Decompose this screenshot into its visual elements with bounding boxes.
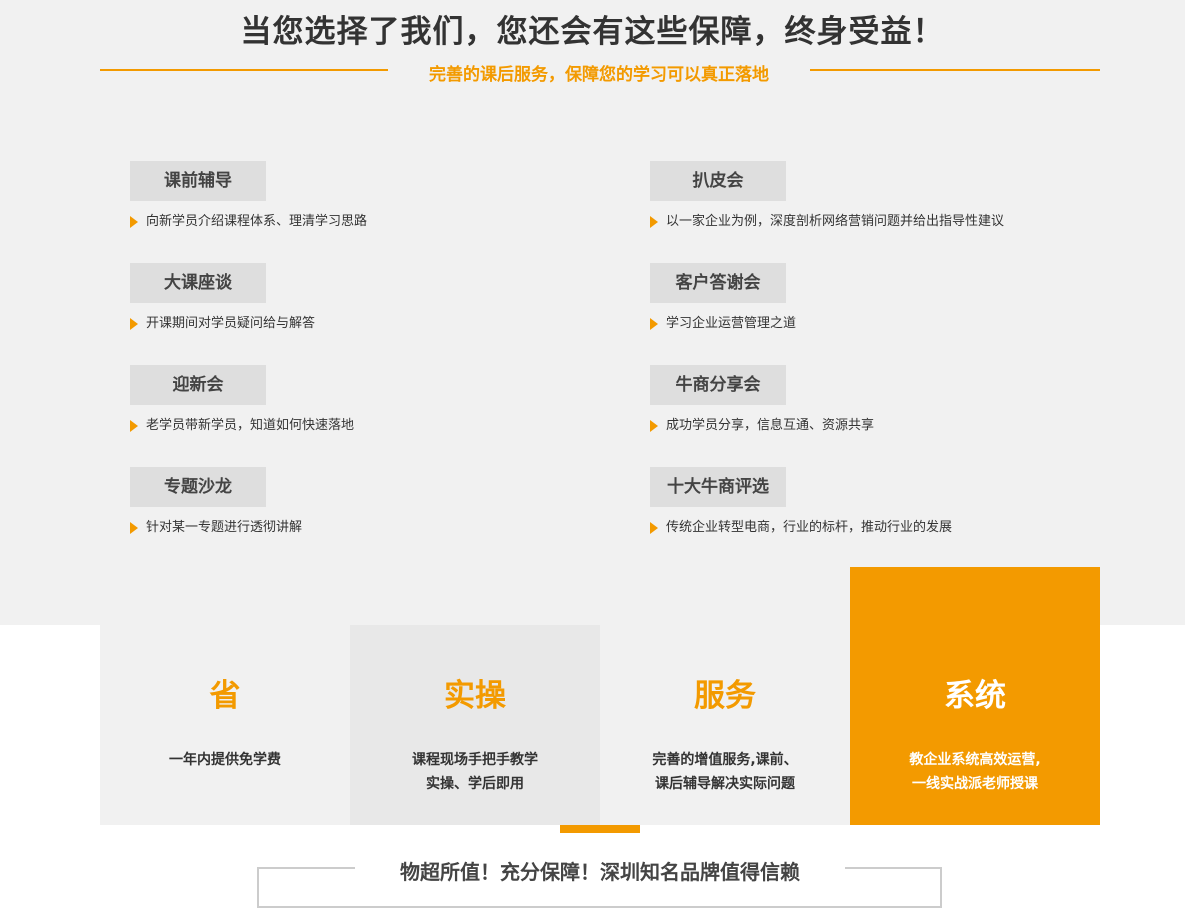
arrow-right-icon (130, 420, 138, 432)
subtitle-divider-right (810, 69, 1100, 71)
feature-title: 系统 (944, 678, 1006, 714)
service-tag: 十大牛商评选 (650, 467, 786, 507)
accent-bar (560, 825, 640, 833)
service-tag: 牛商分享会 (650, 365, 786, 405)
service-tag: 扒皮会 (650, 161, 786, 201)
service-item: 迎新会 老学员带新学员，知道如何快速落地 (130, 365, 590, 435)
feature-title: 实操 (444, 678, 506, 714)
service-item: 大课座谈 开课期间对学员疑问给与解答 (130, 263, 590, 333)
service-item: 牛商分享会 成功学员分享，信息互通、资源共享 (650, 365, 1110, 435)
slogan-frame-top-left (257, 867, 355, 869)
feature-card-save: 省 一年内提供免学费 (100, 625, 350, 825)
arrow-right-icon (130, 216, 138, 228)
page-title: 当您选择了我们，您还会有这些保障，终身受益！ (240, 14, 945, 50)
feature-card-service: 服务 完善的增值服务,课前、 课后辅导解决实际问题 (600, 625, 850, 825)
service-desc: 传统企业转型电商，行业的标杆，推动行业的发展 (650, 519, 1110, 537)
feature-title: 省 (209, 678, 241, 714)
service-item: 客户答谢会 学习企业运营管理之道 (650, 263, 1110, 333)
service-tag: 客户答谢会 (650, 263, 786, 303)
arrow-right-icon (650, 318, 658, 330)
service-item: 专题沙龙 针对某一专题进行透彻讲解 (130, 467, 590, 537)
subtitle-divider-left (100, 69, 388, 71)
arrow-right-icon (650, 420, 658, 432)
service-desc: 成功学员分享，信息互通、资源共享 (650, 417, 1110, 435)
service-desc: 开课期间对学员疑问给与解答 (130, 315, 590, 333)
feature-card-practice: 实操 课程现场手把手教学 实操、学后即用 (350, 625, 600, 825)
service-item: 扒皮会 以一家企业为例，深度剖析网络营销问题并给出指导性建议 (650, 161, 1110, 231)
service-tag: 课前辅导 (130, 161, 266, 201)
service-desc: 向新学员介绍课程体系、理清学习思路 (130, 213, 590, 231)
service-item: 十大牛商评选 传统企业转型电商，行业的标杆，推动行业的发展 (650, 467, 1110, 537)
service-tag: 迎新会 (130, 365, 266, 405)
page-subtitle: 完善的课后服务，保障您的学习可以真正落地 (429, 65, 769, 85)
slogan-title: 物超所值！充分保障！深圳知名品牌值得信赖 (400, 860, 800, 884)
arrow-right-icon (650, 216, 658, 228)
service-item: 课前辅导 向新学员介绍课程体系、理清学习思路 (130, 161, 590, 231)
slogan-frame-top-right (845, 867, 942, 869)
arrow-right-icon (130, 522, 138, 534)
service-desc: 针对某一专题进行透彻讲解 (130, 519, 590, 537)
feature-text: 一年内提供免学费 (169, 752, 281, 768)
feature-text: 课程现场手把手教学 实操、学后即用 (412, 752, 538, 792)
service-tag: 大课座谈 (130, 263, 266, 303)
feature-text: 教企业系统高效运营, 一线实战派老师授课 (909, 752, 1041, 792)
feature-title: 服务 (694, 678, 756, 714)
service-desc: 老学员带新学员，知道如何快速落地 (130, 417, 590, 435)
service-tag: 专题沙龙 (130, 467, 266, 507)
feature-text: 完善的增值服务,课前、 课后辅导解决实际问题 (652, 752, 798, 792)
arrow-right-icon (130, 318, 138, 330)
service-desc: 以一家企业为例，深度剖析网络营销问题并给出指导性建议 (650, 213, 1110, 231)
arrow-right-icon (650, 522, 658, 534)
feature-card-system: 系统 教企业系统高效运营, 一线实战派老师授课 (850, 567, 1100, 825)
service-desc: 学习企业运营管理之道 (650, 315, 1110, 333)
